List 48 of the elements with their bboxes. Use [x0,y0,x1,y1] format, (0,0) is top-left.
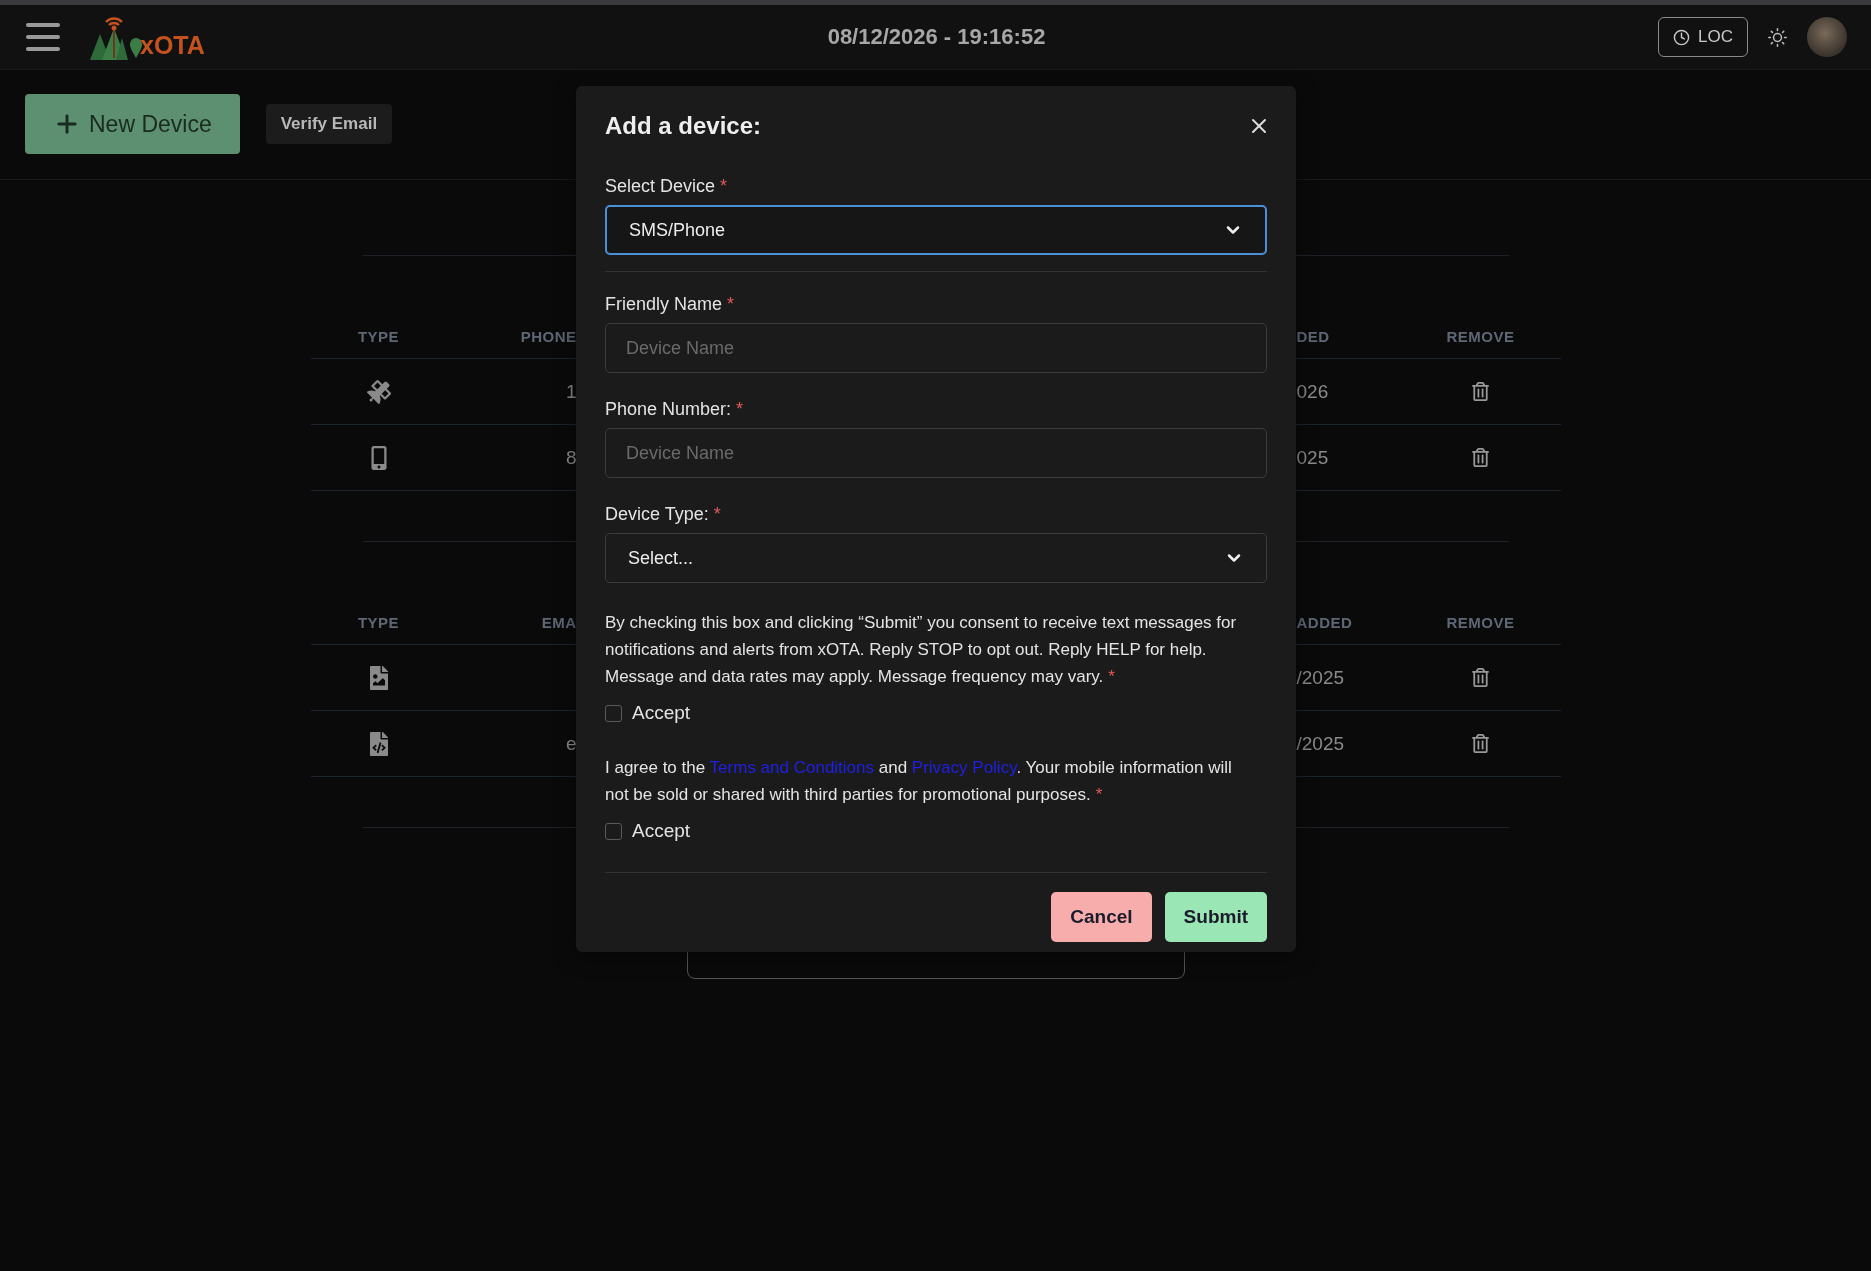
trash-icon[interactable] [1471,382,1490,401]
column-header: TYPE [310,600,447,645]
table-cell: e [565,732,577,755]
select-field[interactable]: SMS/Phone [605,205,1267,255]
checkbox-label: Accept [632,820,691,842]
consent-text: I agree to the Terms and Conditions and Privacy Policy. Your mobile information will not be sold or shared with third parties for promotional purposes. * [605,757,1233,806]
required-mark: * [720,176,728,196]
checkbox[interactable] [605,704,622,722]
field-label: Friendly Name [605,294,723,314]
trash-icon[interactable] [1471,668,1490,687]
trash-icon[interactable] [1471,734,1490,753]
table-cell: /2025 [1296,666,1345,689]
checkbox[interactable] [605,822,622,840]
input-field[interactable]: Device Name [605,323,1267,373]
required-mark: * [713,504,721,524]
cancel-button[interactable]: Cancel [1051,892,1152,942]
table-cell: 025 [1296,446,1329,469]
column-header: TYPE [310,314,447,359]
column-header: REMOVE [1400,600,1561,645]
new-device-button[interactable]: New Device [25,94,240,154]
select-field[interactable]: Select... [605,533,1267,583]
verify-email-button[interactable]: Verify Email [265,104,393,144]
logo-text: xOTA [140,31,205,60]
checkbox-label: Accept [632,702,691,724]
timezone-button[interactable]: LOC [1658,17,1748,57]
table-cell: 8 [565,446,577,469]
input-field[interactable]: Device Name [605,428,1267,478]
column-header: REMOVE [1400,314,1561,359]
dialog-title: Add a device: [605,112,762,140]
required-mark: * [727,294,735,314]
field-label: Phone Number: [605,399,732,419]
trash-icon[interactable] [1471,448,1490,467]
satellite-icon [366,379,391,404]
table-cell: 1 [565,380,577,403]
table-cell: 026 [1296,380,1329,403]
table-cell: /2025 [1296,732,1345,755]
menu-button[interactable] [26,23,60,51]
field-label: Device Type: [605,504,709,524]
date-time: 08/12/2026 - 19:16:52 [827,24,1046,50]
required-mark: * [1095,785,1103,804]
field-label: Select Device [605,176,716,196]
consent-text: By checking this box and clicking “Submit” you consent to receive text messages for notifications and alerts from xOTA. Reply STOP to opt out. Reply HELP for help. Message and data rates may apply. Message frequency may vary. * [605,612,1238,688]
theme-toggle[interactable] [1768,27,1787,47]
required-mark: * [1108,667,1115,686]
clock-icon [1673,28,1691,46]
required-mark: * [736,399,744,419]
avatar[interactable] [1807,17,1847,57]
submit-button[interactable]: Submit [1164,892,1267,942]
